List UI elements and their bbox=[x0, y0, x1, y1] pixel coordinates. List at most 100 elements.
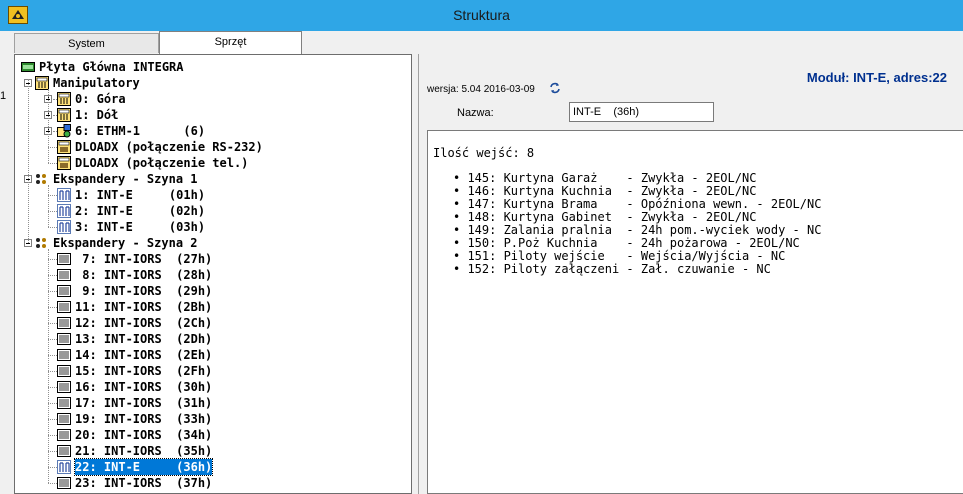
dloadx-icon bbox=[57, 140, 71, 154]
tree-item-label: 17: INT-IORS (31h) bbox=[75, 396, 213, 410]
int-e-icon bbox=[57, 460, 71, 474]
tree-item-expander[interactable]: 11: INT-IORS (2Bh) bbox=[15, 299, 411, 315]
tree-guide-line bbox=[48, 147, 57, 148]
tree-item-expander[interactable]: 7: INT-IORS (27h) bbox=[15, 251, 411, 267]
module-details: Moduł: INT-E, adres:22 wersja: 5.04 2016… bbox=[418, 54, 963, 494]
tree-item-expander[interactable]: 1: INT-E (01h) bbox=[15, 187, 411, 203]
tree-item-expander[interactable]: 3: INT-E (03h) bbox=[15, 219, 411, 235]
structure-tree[interactable]: Płyta Główna INTEGRA Manipulatory 0: Góra 1… bbox=[14, 54, 412, 494]
tree-item-expander[interactable]: 14: INT-IORS (2Eh) bbox=[15, 347, 411, 363]
tree-item-expander[interactable]: 23: INT-IORS (37h) bbox=[15, 475, 411, 491]
tree-guide-line bbox=[53, 131, 57, 132]
tree-item-label: Ekspandery - Szyna 1 bbox=[53, 172, 198, 186]
tree-guide-line bbox=[48, 195, 57, 196]
tree-item-expander[interactable]: 12: INT-IORS (2Ch) bbox=[15, 315, 411, 331]
version-label: wersja: 5.04 2016-03-09 bbox=[427, 84, 535, 95]
tree-item-label: 3: INT-E (03h) bbox=[75, 220, 206, 234]
tree-guide-line bbox=[48, 483, 57, 484]
int-iors-icon bbox=[57, 316, 71, 330]
int-iors-icon bbox=[57, 364, 71, 378]
tree-item-expander[interactable]: 21: INT-IORS (35h) bbox=[15, 443, 411, 459]
tree-item-expander[interactable]: 22: INT-E (36h) bbox=[15, 458, 411, 476]
tree-item-label: 20: INT-IORS (34h) bbox=[75, 428, 213, 442]
title-bar: Struktura bbox=[0, 0, 963, 31]
int-iors-icon bbox=[57, 348, 71, 362]
tree-item-label: 2: INT-E (02h) bbox=[75, 204, 206, 218]
tree-item-manipulator[interactable]: 6: ETHM-1 (6) bbox=[15, 123, 411, 139]
tree-item-expander[interactable]: 19: INT-IORS (33h) bbox=[15, 411, 411, 427]
tree-item-expander[interactable]: 9: INT-IORS (29h) bbox=[15, 283, 411, 299]
tree-item-label: 12: INT-IORS (2Ch) bbox=[75, 316, 213, 330]
tree-item-label: 6: ETHM-1 (6) bbox=[75, 124, 206, 138]
tree-item-label: DLOADX (połączenie tel.) bbox=[75, 156, 249, 170]
tree-item-manipulator[interactable]: 0: Góra bbox=[15, 91, 411, 107]
tree-guide-line bbox=[48, 387, 57, 388]
tree-item-label: 21: INT-IORS (35h) bbox=[75, 444, 213, 458]
tree-item-expander[interactable]: 16: INT-IORS (30h) bbox=[15, 379, 411, 395]
ethm-icon bbox=[57, 124, 71, 138]
inputs-list: • 145: Kurtyna Garaż - Zwykła - 2EOL/NC •… bbox=[453, 172, 821, 276]
tree-item-label: DLOADX (połączenie RS-232) bbox=[75, 140, 263, 154]
tree-item-manipulator[interactable]: 1: Dół bbox=[15, 107, 411, 123]
keypad-icon bbox=[57, 108, 71, 122]
tree-item-label: 16: INT-IORS (30h) bbox=[75, 380, 213, 394]
tree-guide-line bbox=[48, 435, 57, 436]
tree-item-manipulator[interactable]: DLOADX (połączenie RS-232) bbox=[15, 139, 411, 155]
int-iors-icon bbox=[57, 252, 71, 266]
bus-icon bbox=[35, 236, 49, 250]
tree-item-expander[interactable]: 13: INT-IORS (2Dh) bbox=[15, 331, 411, 347]
tree-item-expander[interactable]: 15: INT-IORS (2Fh) bbox=[15, 363, 411, 379]
tree-item-label: 7: INT-IORS (27h) bbox=[75, 252, 213, 266]
tree-item-expander[interactable]: 8: INT-IORS (28h) bbox=[15, 267, 411, 283]
tree-item-label: 8: INT-IORS (28h) bbox=[75, 268, 213, 282]
tree-item-label: 22: INT-E (36h) bbox=[73, 458, 214, 476]
tree-guide-line bbox=[53, 99, 57, 100]
tree-guide-line bbox=[48, 291, 57, 292]
tree-item-label: 9: INT-IORS (29h) bbox=[75, 284, 213, 298]
tab-system[interactable]: System bbox=[14, 33, 159, 53]
tree-guide-line bbox=[48, 467, 57, 468]
int-iors-icon bbox=[57, 444, 71, 458]
tree-guide-line bbox=[48, 259, 57, 260]
tree-item-label: 14: INT-IORS (2Eh) bbox=[75, 348, 213, 362]
tab-sprzet[interactable]: Sprzęt bbox=[159, 31, 302, 54]
dloadx-icon bbox=[57, 156, 71, 170]
tree-item-label: Manipulatory bbox=[53, 76, 140, 90]
tree-item-label: 13: INT-IORS (2Dh) bbox=[75, 332, 213, 346]
int-iors-icon bbox=[57, 380, 71, 394]
tree-group-bus-2[interactable]: Ekspandery - Szyna 2 bbox=[15, 235, 411, 251]
module-title: Moduł: INT-E, adres:22 bbox=[806, 70, 947, 85]
tree-item-label: 1: Dół bbox=[75, 108, 119, 122]
tree-item-manipulator[interactable]: DLOADX (połączenie tel.) bbox=[15, 155, 411, 171]
tree-item-label: Ekspandery - Szyna 2 bbox=[53, 236, 198, 250]
int-iors-icon bbox=[57, 428, 71, 442]
tree-root[interactable]: Płyta Główna INTEGRA bbox=[15, 59, 411, 75]
int-e-icon bbox=[57, 220, 71, 234]
tree-group-manipulatory[interactable]: Manipulatory bbox=[15, 75, 411, 91]
name-label: Nazwa: bbox=[457, 107, 494, 119]
window-title: Struktura bbox=[453, 7, 510, 23]
tree-guide-line bbox=[48, 307, 57, 308]
board-icon bbox=[21, 60, 35, 74]
edge-mark: 1 bbox=[0, 90, 7, 102]
inputs-count: Ilość wejść: 8 bbox=[433, 146, 535, 160]
tree-guide-line bbox=[48, 323, 57, 324]
tree-guide-line bbox=[48, 211, 57, 212]
module-info-area: Ilość wejść: 8 • 145: Kurtyna Garaż - Zw… bbox=[427, 130, 963, 494]
refresh-icon[interactable] bbox=[549, 82, 561, 94]
int-iors-icon bbox=[57, 396, 71, 410]
keypad-icon bbox=[35, 76, 49, 90]
tree-item-expander[interactable]: 20: INT-IORS (34h) bbox=[15, 427, 411, 443]
tree-item-label: 0: Góra bbox=[75, 92, 126, 106]
int-e-icon bbox=[57, 204, 71, 218]
tree-item-expander[interactable]: 17: INT-IORS (31h) bbox=[15, 395, 411, 411]
tree-item-expander[interactable]: 2: INT-E (02h) bbox=[15, 203, 411, 219]
tree-item-label: 15: INT-IORS (2Fh) bbox=[75, 364, 213, 378]
tree-guide-line bbox=[48, 355, 57, 356]
tree-group-bus-1[interactable]: Ekspandery - Szyna 1 bbox=[15, 171, 411, 187]
tree-guide-line bbox=[48, 403, 57, 404]
tree-guide-line bbox=[48, 451, 57, 452]
int-iors-icon bbox=[57, 284, 71, 298]
name-field[interactable]: INT-E (36h) bbox=[569, 102, 714, 122]
tree-guide-line bbox=[48, 249, 49, 483]
